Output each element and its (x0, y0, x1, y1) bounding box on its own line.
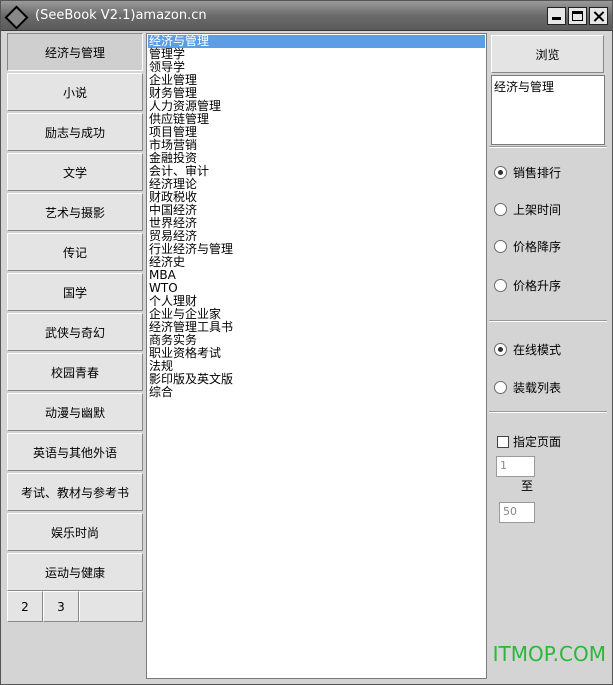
current-category-box: 经济与管理 (491, 75, 605, 145)
options-panel: 浏览 经济与管理 销售排行 上架时间 价格降序 价格升序 在线模式 装载列表 指… (489, 33, 607, 679)
list-item[interactable]: WTO (148, 282, 485, 295)
list-item[interactable]: 职业资格考试 (148, 347, 485, 360)
page-to-label: 至 (521, 479, 534, 493)
radio-icon[interactable] (494, 165, 507, 179)
radio-icon[interactable] (494, 278, 507, 292)
category-button-literature[interactable]: 文学 (7, 153, 143, 191)
category-button-sports[interactable]: 运动与健康 (7, 553, 143, 591)
checkbox-icon[interactable] (497, 435, 509, 448)
page-button-2[interactable]: 2 (7, 591, 43, 622)
list-item[interactable]: 财政税收 (148, 191, 485, 204)
list-item[interactable]: 综合 (148, 386, 485, 399)
list-item[interactable]: 行业经济与管理 (148, 243, 485, 256)
page-to-input[interactable]: 50 (499, 502, 535, 523)
list-item[interactable]: 经济管理工具书 (148, 321, 485, 334)
category-button-languages[interactable]: 英语与其他外语 (7, 433, 143, 471)
maximize-icon[interactable] (568, 7, 587, 25)
sort-option-label: 价格降序 (513, 239, 562, 254)
page-button-empty[interactable] (79, 591, 143, 622)
list-item[interactable]: 经济史 (148, 256, 485, 269)
list-item[interactable]: 经济理论 (148, 178, 485, 191)
divider (489, 320, 607, 322)
window-title: (SeeBook V2.1)amazon.cn (35, 8, 207, 23)
list-item[interactable]: 管理学 (148, 48, 485, 61)
watermark: ITMOP.COM (492, 642, 606, 666)
category-button-sinology[interactable]: 国学 (7, 273, 143, 311)
category-panel: 经济与管理 小说 励志与成功 文学 艺术与摄影 传记 国学 武侠与奇幻 校园青春… (7, 33, 143, 679)
sort-option-label: 上架时间 (513, 202, 562, 217)
minimize-icon[interactable] (547, 7, 566, 25)
title-bar[interactable]: (SeeBook V2.1)amazon.cn (1, 1, 612, 31)
sort-option-new[interactable]: 上架时间 (494, 200, 561, 218)
category-button-biography[interactable]: 传记 (7, 233, 143, 271)
radio-icon[interactable] (494, 380, 507, 394)
list-item[interactable]: 经济与管理 (148, 35, 485, 48)
category-page-row: 2 3 (7, 591, 143, 623)
category-button-comics[interactable]: 动漫与幽默 (7, 393, 143, 431)
close-icon[interactable] (589, 7, 608, 25)
category-button-entertainment[interactable]: 娱乐时尚 (7, 513, 143, 551)
mode-option-load-list[interactable]: 装载列表 (494, 378, 561, 396)
divider (489, 411, 607, 413)
sort-option-label: 销售排行 (513, 165, 562, 180)
category-button-exams[interactable]: 考试、教材与参考书 (7, 473, 143, 511)
list-item[interactable]: 会计、审计 (148, 165, 485, 178)
list-item[interactable]: 供应链管理 (148, 113, 485, 126)
radio-icon[interactable] (494, 239, 507, 253)
subcategory-list[interactable]: 经济与管理 管理学 领导学 企业管理 财务管理 人力资源管理 供应链管理 项目管… (146, 33, 487, 679)
list-item[interactable]: 项目管理 (148, 126, 485, 139)
browse-button[interactable]: 浏览 (491, 35, 604, 73)
mode-option-label: 在线模式 (513, 342, 562, 357)
page-button-3[interactable]: 3 (43, 591, 79, 622)
specify-page-checkbox[interactable]: 指定页面 (497, 433, 561, 450)
list-item[interactable]: 市场营销 (148, 139, 485, 152)
divider (489, 146, 607, 148)
sort-option-label: 价格升序 (513, 278, 562, 293)
sort-option-price-desc[interactable]: 价格降序 (494, 237, 561, 255)
window-controls (547, 7, 608, 25)
category-button-inspiration[interactable]: 励志与成功 (7, 113, 143, 151)
system-menu-icon[interactable] (5, 6, 25, 26)
category-button-campus[interactable]: 校园青春 (7, 353, 143, 391)
category-button-novel[interactable]: 小说 (7, 73, 143, 111)
sort-option-sales[interactable]: 销售排行 (494, 163, 561, 181)
mode-option-online[interactable]: 在线模式 (494, 340, 561, 358)
list-item[interactable]: 影印版及英文版 (148, 373, 485, 386)
category-button-art[interactable]: 艺术与摄影 (7, 193, 143, 231)
category-button-economics[interactable]: 经济与管理 (7, 33, 143, 71)
specify-page-label: 指定页面 (513, 435, 562, 449)
radio-icon[interactable] (494, 342, 507, 356)
mode-option-label: 装载列表 (513, 380, 562, 395)
list-item[interactable]: 领导学 (148, 61, 485, 74)
category-button-wuxia[interactable]: 武侠与奇幻 (7, 313, 143, 351)
list-item[interactable]: 中国经济 (148, 204, 485, 217)
app-window: (SeeBook V2.1)amazon.cn 经济与管理 小说 励志与成功 文… (0, 0, 613, 685)
page-from-input[interactable]: 1 (496, 456, 535, 477)
list-item[interactable]: 企业管理 (148, 74, 485, 87)
radio-icon[interactable] (494, 202, 507, 216)
list-item[interactable]: MBA (148, 269, 485, 282)
sort-option-price-asc[interactable]: 价格升序 (494, 276, 561, 294)
list-item[interactable]: 世界经济 (148, 217, 485, 230)
current-category-text: 经济与管理 (494, 80, 555, 94)
